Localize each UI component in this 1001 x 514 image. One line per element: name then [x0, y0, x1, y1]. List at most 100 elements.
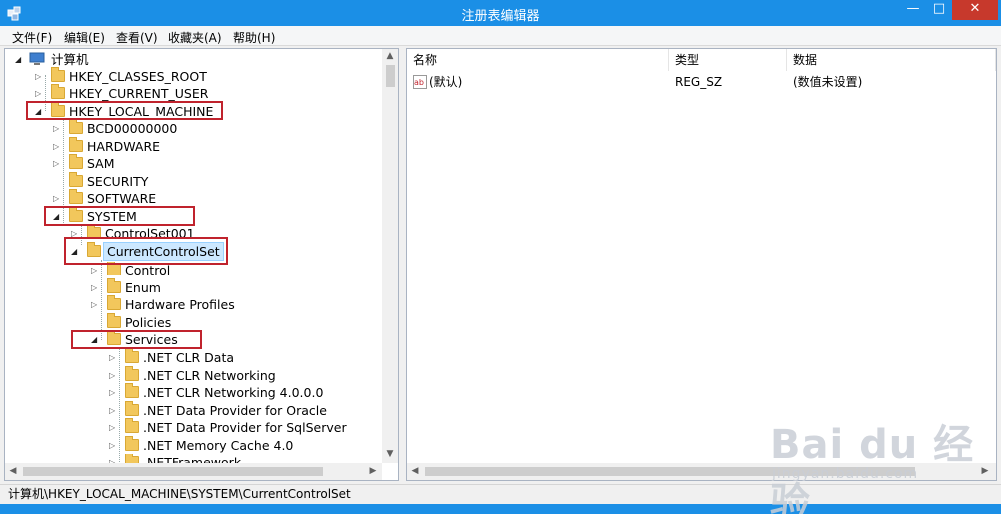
tree-node-controlset001[interactable]: ▷ ControlSet001	[71, 225, 311, 237]
expand-arrow-icon[interactable]: ▷	[71, 225, 81, 237]
tree-node-sam[interactable]: ▷ SAM	[53, 154, 293, 172]
close-button[interactable]: ✕	[952, 0, 998, 20]
tree-label: Policies	[125, 315, 172, 330]
maximize-button[interactable]: □	[926, 0, 952, 20]
menu-help[interactable]: 帮助(H)	[233, 29, 275, 46]
string-value-icon: ab	[413, 75, 427, 89]
current-key-path: 计算机\HKEY_LOCAL_MACHINE\SYSTEM\CurrentCon…	[8, 487, 351, 501]
expand-arrow-icon[interactable]: ▷	[35, 85, 45, 102]
expand-arrow-icon[interactable]: ▷	[109, 402, 119, 419]
watermark-url: jingyan.baidu.com	[772, 466, 919, 482]
expand-arrow-icon[interactable]: ▷	[53, 155, 63, 172]
expand-arrow-icon[interactable]: ▷	[109, 437, 119, 454]
scroll-up-arrow-icon[interactable]: ▲	[384, 51, 396, 61]
folder-icon	[107, 295, 121, 310]
menu-bar: 文件(F) 编辑(E) 查看(V) 收藏夹(A) 帮助(H)	[0, 26, 1001, 46]
tree-node-net-data-sqlserver[interactable]: ▷ .NET Data Provider for SqlServer	[109, 418, 379, 436]
tree-node-netframework[interactable]: ▷ .NETFramework	[109, 454, 369, 463]
tree-node-security[interactable]: SECURITY	[53, 172, 293, 190]
folder-icon	[69, 172, 83, 187]
folder-icon	[107, 313, 121, 328]
expand-arrow-icon[interactable]: ▷	[35, 68, 45, 85]
tree-label: SECURITY	[87, 174, 149, 189]
expand-arrow-icon[interactable]: ▷	[53, 190, 63, 207]
value-type: REG_SZ	[675, 75, 723, 89]
highlight-box-system	[44, 206, 195, 226]
value-row[interactable]: ab (默认) REG_SZ (数值未设置)	[407, 73, 996, 91]
folder-icon	[107, 278, 121, 293]
tree-label: .NET CLR Data	[143, 350, 235, 365]
tree-label: .NETFramework	[143, 455, 242, 463]
tree-node-software[interactable]: ▷ SOFTWARE	[53, 189, 293, 207]
collapse-arrow-icon[interactable]: ◢	[15, 51, 25, 68]
folder-icon	[51, 84, 65, 99]
folder-icon	[125, 366, 139, 381]
scroll-left-arrow-icon[interactable]: ◀	[409, 466, 421, 476]
tree-node-net-memory-cache[interactable]: ▷ .NET Memory Cache 4.0	[109, 436, 369, 454]
folder-icon	[125, 418, 139, 433]
menu-favorites[interactable]: 收藏夹(A)	[168, 29, 222, 46]
expand-arrow-icon[interactable]: ▷	[53, 138, 63, 155]
tree-label: HKEY_CURRENT_USER	[69, 86, 209, 101]
tree-label: BCD00000000	[87, 121, 178, 136]
tree-node-net-clr-data[interactable]: ▷ .NET CLR Data	[109, 348, 369, 366]
expand-arrow-icon[interactable]: ▷	[53, 120, 63, 137]
highlight-box-hklm	[26, 101, 223, 120]
scroll-right-arrow-icon[interactable]: ▶	[367, 466, 379, 476]
tree-label: .NET Memory Cache 4.0	[143, 438, 294, 453]
baidu-watermark: Bai du 经验 jingyan.baidu.com	[770, 400, 990, 514]
tree-label: .NET CLR Networking 4.0.0.0	[143, 385, 324, 400]
tree-label: .NET CLR Networking	[143, 368, 276, 383]
expand-arrow-icon[interactable]: ▷	[91, 296, 101, 313]
tree-label: SOFTWARE	[87, 191, 157, 206]
tree-node-net-clr-networking[interactable]: ▷ .NET CLR Networking	[109, 366, 369, 384]
svg-text:ab: ab	[414, 78, 424, 87]
tree-label: .NET Data Provider for Oracle	[143, 403, 327, 418]
tree-label: 计算机	[51, 52, 89, 67]
tree-node-policies[interactable]: Policies	[91, 313, 331, 331]
tree-node-net-clr-networking-4[interactable]: ▷ .NET CLR Networking 4.0.0.0	[109, 383, 369, 401]
scroll-thumb[interactable]	[386, 65, 395, 87]
column-header-name[interactable]: 名称	[407, 49, 669, 71]
expand-arrow-icon[interactable]: ▷	[109, 367, 119, 384]
scroll-down-arrow-icon[interactable]: ▼	[384, 449, 396, 459]
folder-icon	[51, 67, 65, 82]
menu-edit[interactable]: 编辑(E)	[64, 29, 105, 46]
tree-vertical-scrollbar[interactable]: ▲ ▼	[382, 49, 398, 463]
expand-arrow-icon[interactable]: ▷	[109, 384, 119, 401]
tree-node-net-data-oracle[interactable]: ▷ .NET Data Provider for Oracle	[109, 401, 379, 419]
window-title: 注册表编辑器	[461, 9, 540, 24]
tree-node-hkcu[interactable]: ▷ HKEY_CURRENT_USER	[35, 84, 275, 102]
computer-icon	[29, 52, 45, 65]
folder-icon	[125, 383, 139, 398]
menu-view[interactable]: 查看(V)	[116, 29, 158, 46]
folder-icon	[87, 225, 101, 237]
minimize-button[interactable]: —	[900, 0, 926, 20]
tree-node-hkcr[interactable]: ▷ HKEY_CLASSES_ROOT	[35, 67, 275, 85]
highlight-box-services	[71, 330, 202, 349]
tree-node-hardware-profiles[interactable]: ▷ Hardware Profiles	[91, 295, 331, 313]
folder-icon	[69, 189, 83, 204]
column-header-data[interactable]: 数据	[787, 49, 996, 71]
tree-label: HKEY_CLASSES_ROOT	[69, 69, 207, 84]
expand-arrow-icon[interactable]: ▷	[91, 279, 101, 296]
expand-arrow-icon[interactable]: ▷	[109, 454, 119, 463]
expand-arrow-icon[interactable]: ▷	[109, 349, 119, 366]
expand-arrow-icon[interactable]: ▷	[109, 419, 119, 436]
tree-node-hardware[interactable]: ▷ HARDWARE	[53, 137, 293, 155]
column-header-type[interactable]: 类型	[669, 49, 787, 71]
tree-node-enum[interactable]: ▷ Enum	[91, 278, 331, 296]
tree-root-computer[interactable]: ◢ 计算机	[15, 51, 135, 68]
folder-icon	[107, 262, 121, 275]
folder-icon	[125, 454, 139, 463]
tree-horizontal-scrollbar[interactable]: ◀ ▶	[5, 463, 382, 480]
scroll-thumb[interactable]	[23, 467, 323, 476]
watermark-brand: Bai du 经验	[770, 422, 975, 514]
folder-icon	[69, 119, 83, 134]
tree-label: SAM	[87, 156, 115, 171]
menu-file[interactable]: 文件(F)	[12, 29, 52, 46]
tree-label: HARDWARE	[87, 139, 161, 154]
scroll-left-arrow-icon[interactable]: ◀	[7, 466, 19, 476]
registry-editor-window: 注册表编辑器 — □ ✕ 文件(F) 编辑(E) 查看(V) 收藏夹(A) 帮助…	[0, 0, 1001, 514]
tree-node-bcd[interactable]: ▷ BCD00000000	[53, 119, 293, 137]
